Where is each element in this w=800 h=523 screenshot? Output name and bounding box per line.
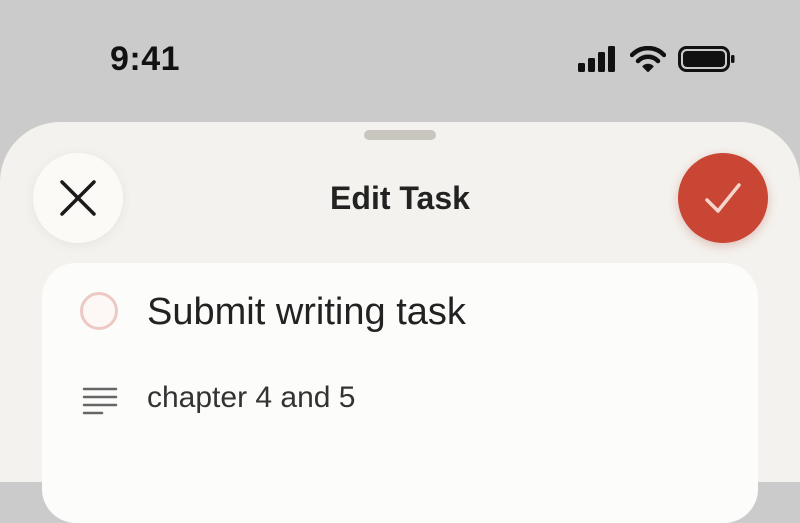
battery-icon <box>678 46 735 72</box>
cellular-signal-icon <box>578 46 615 72</box>
task-card: Submit writing task chapter 4 and 5 <box>42 263 758 523</box>
save-button[interactable] <box>678 153 768 243</box>
edit-task-sheet: Edit Task Submit writing task chapter 4 … <box>0 122 800 523</box>
task-title-field[interactable]: Submit writing task <box>147 291 466 334</box>
status-bar: 9:41 <box>0 0 800 120</box>
status-icons <box>578 44 736 74</box>
complete-toggle[interactable] <box>80 292 118 330</box>
task-notes-field[interactable]: chapter 4 and 5 <box>147 381 356 415</box>
checkmark-icon <box>705 183 741 213</box>
status-time: 9:41 <box>110 40 181 78</box>
notes-icon <box>82 387 118 415</box>
sheet-grabber[interactable] <box>364 130 436 140</box>
wifi-icon <box>630 46 666 72</box>
